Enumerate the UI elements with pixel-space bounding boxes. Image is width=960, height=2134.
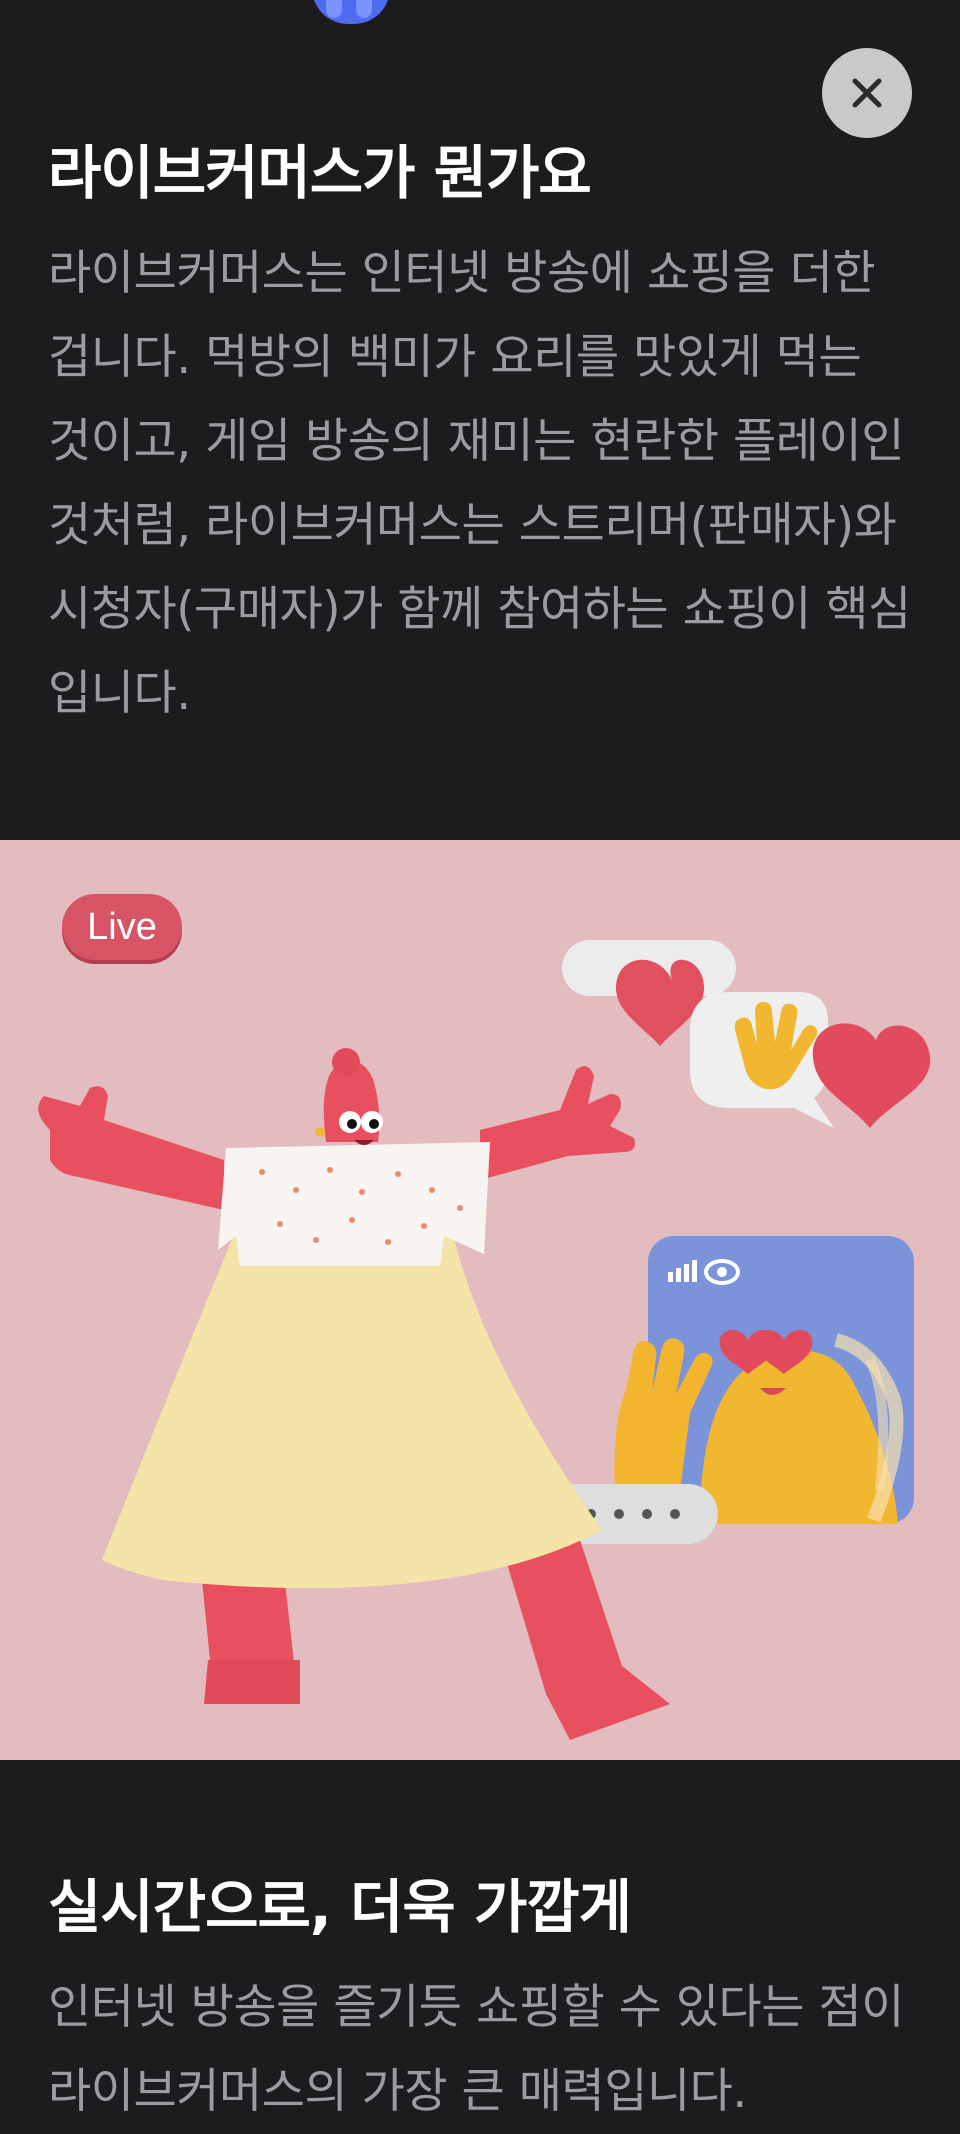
section-title: 라이브커머스가 뭔가요 [48, 139, 592, 207]
section-body: 라이브커머스는 인터넷 방송에 쇼핑을 더한 겁니다. 먹방의 백미가 요리를 … [48, 246, 911, 721]
live-commerce-illustration: Live [0, 840, 960, 1760]
close-button[interactable] [822, 48, 912, 138]
live-streamer-scene [38, 940, 931, 1740]
decorative-character-hand [312, 0, 390, 24]
heart-icon [812, 1023, 931, 1128]
section-body: 인터넷 방송을 즐기듯 쇼핑할 수 있다는 점이 라이브커머스의 가장 큰 매력… [48, 1980, 904, 2119]
close-icon [852, 78, 882, 108]
section-title: 실시간으로, 더욱 가깝게 [48, 1873, 632, 1941]
live-badge: Live [62, 894, 182, 960]
